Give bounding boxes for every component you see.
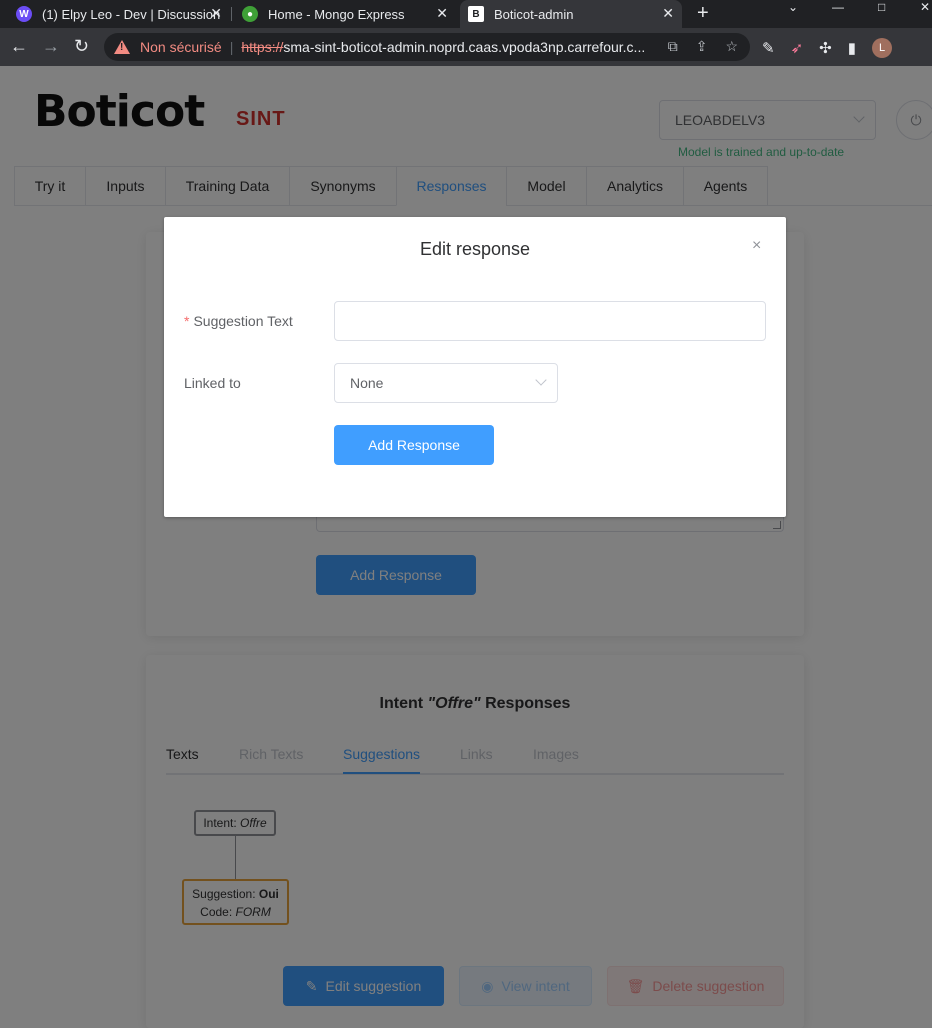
dialog-add-response-button[interactable]: Add Response (334, 425, 494, 465)
profile-avatar[interactable]: L (872, 38, 892, 58)
maximize-icon[interactable]: □ (878, 0, 885, 14)
share-icon[interactable]: ⇪ (696, 38, 708, 55)
browser-tab-mongo[interactable]: ● Home - Mongo Express ✕ (234, 0, 456, 28)
linked-to-value: None (350, 375, 384, 391)
required-mark: * (184, 313, 190, 329)
close-tab-icon[interactable]: ✕ (210, 5, 222, 22)
linked-to-label: Linked to (184, 375, 241, 391)
url-scheme: https:// (241, 39, 284, 55)
close-tab-icon[interactable]: ✕ (662, 5, 674, 22)
bookmark-star-icon[interactable]: ☆ (725, 38, 738, 55)
new-tab-icon[interactable]: + (697, 2, 709, 25)
close-window-icon[interactable]: ✕ (920, 0, 930, 14)
linked-to-select[interactable]: None (334, 363, 558, 403)
boticot-app: Boticot SINT LEOABDELV3 ⏻ Model is train… (0, 66, 932, 1028)
edit-response-dialog: Edit response × * Suggestion Text Linked … (164, 217, 786, 517)
warning-icon (114, 40, 130, 54)
boticot-icon: B (468, 6, 484, 22)
forward-icon[interactable]: → (42, 36, 60, 57)
tab-divider (231, 7, 232, 21)
modal-overlay[interactable] (0, 66, 932, 1028)
label-text: Suggestion Text (193, 313, 293, 329)
security-label[interactable]: Non sécurisé (140, 39, 222, 55)
url-text: sma-sint-boticot-admin.noprd.caas.vpoda3… (283, 39, 646, 55)
elpy-icon: W (16, 6, 32, 22)
browser-tab-elpy[interactable]: W (1) Elpy Leo - Dev | Discussion ✕ (8, 0, 230, 28)
mongo-leaf-icon: ● (242, 6, 258, 22)
dialog-title: Edit response (419, 239, 531, 259)
tab-title: Boticot-admin (494, 6, 574, 22)
browser-tab-strip: W (1) Elpy Leo - Dev | Discussion ✕ ● Ho… (0, 0, 932, 28)
browser-toolbar: ← → ↻ Non sécurisé | https:// sma-sint-b… (0, 28, 932, 66)
suggestion-text-label: * Suggestion Text (184, 313, 293, 329)
chevron-down-icon (535, 374, 547, 386)
close-tab-icon[interactable]: ✕ (436, 5, 448, 22)
address-bar[interactable]: Non sécurisé | https:// sma-sint-boticot… (104, 33, 750, 61)
url-divider: | (229, 39, 234, 55)
tab-title: Home - Mongo Express (268, 6, 405, 22)
tab-search-icon[interactable]: ⌄ (788, 0, 798, 14)
translate-icon[interactable]: ⧉ (668, 38, 678, 55)
close-icon[interactable]: × (752, 237, 761, 255)
minimize-icon[interactable]: — (832, 0, 844, 14)
pen-extension-icon[interactable]: ✎ (762, 39, 775, 57)
extensions-puzzle-icon[interactable]: ✣ (819, 39, 832, 57)
browser-tab-boticot[interactable]: B Boticot-admin ✕ (460, 0, 682, 28)
side-panel-icon[interactable]: ▮ (848, 39, 856, 57)
back-icon[interactable]: ← (10, 36, 28, 57)
reload-icon[interactable]: ↻ (74, 36, 89, 57)
tab-title: (1) Elpy Leo - Dev | Discussion (42, 6, 221, 22)
rocket-extension-icon[interactable]: ➶ (791, 39, 804, 57)
suggestion-text-input[interactable] (334, 301, 766, 341)
